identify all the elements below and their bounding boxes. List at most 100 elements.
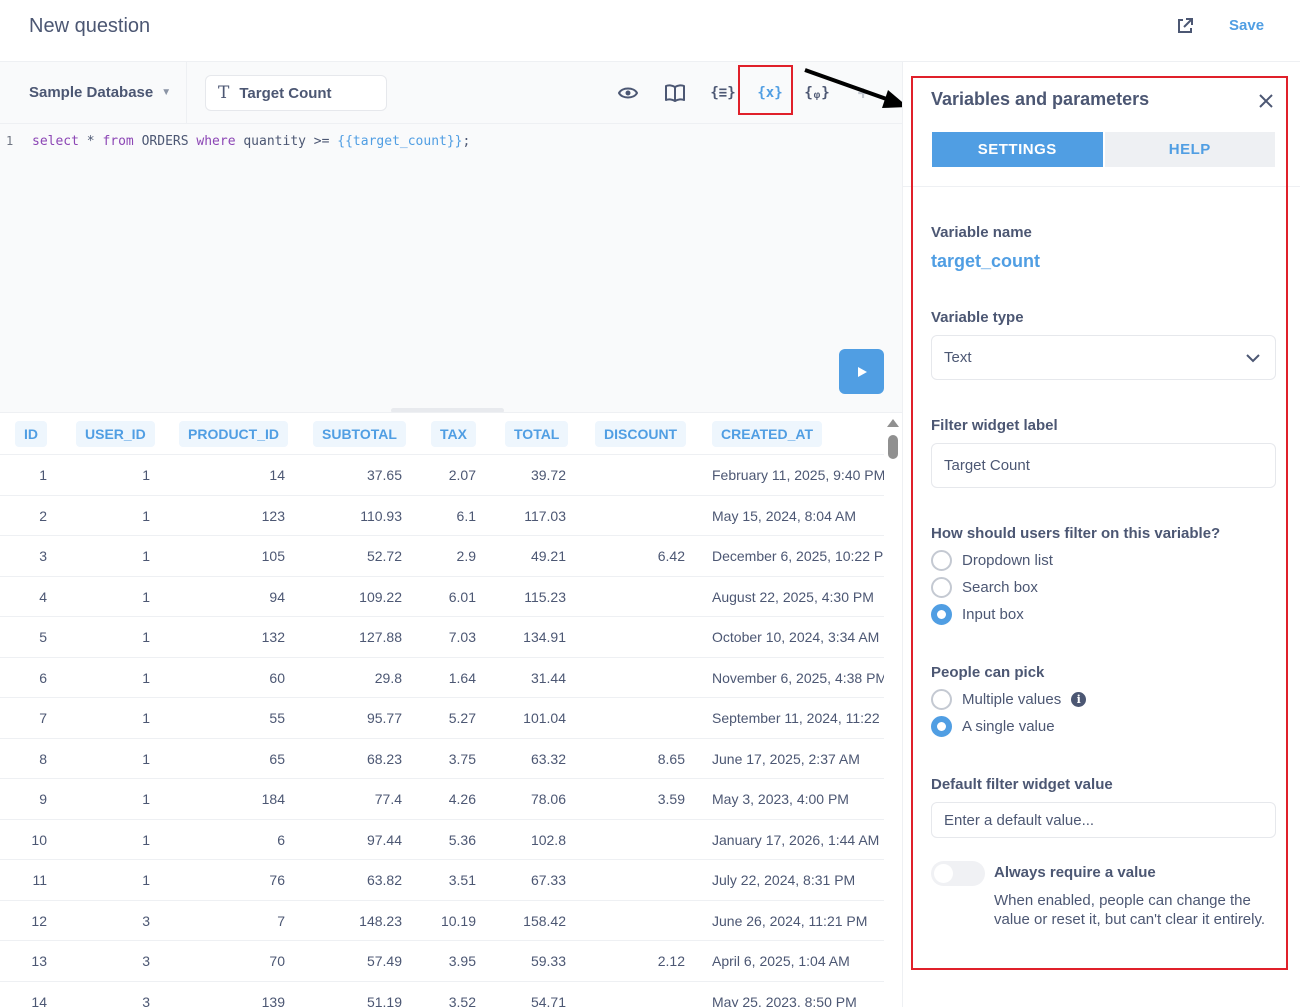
table-cell[interactable]: 3 [39,548,47,564]
table-cell[interactable]: 1 [142,791,150,807]
table-cell[interactable]: February 11, 2025, 9:40 PM [712,467,884,483]
table-cell[interactable]: 1 [39,467,47,483]
table-cell[interactable]: 117.03 [524,508,566,524]
table-cell[interactable]: January 17, 2026, 1:44 AM [712,832,884,848]
table-cell[interactable]: 148.23 [359,913,402,929]
table-cell[interactable]: November 6, 2025, 4:38 PM [712,670,884,686]
table-cell[interactable]: 65 [269,751,285,767]
table-cell[interactable]: 3.75 [449,751,476,767]
book-icon[interactable] [662,80,688,106]
table-cell[interactable]: 94 [269,589,285,605]
table-cell[interactable]: 95.77 [367,710,402,726]
table-cell[interactable]: April 6, 2025, 1:04 AM [712,953,884,969]
table-cell[interactable]: 77.4 [375,791,402,807]
table-cell[interactable]: 5.36 [449,832,476,848]
save-button[interactable]: Save [1229,17,1264,34]
table-cell[interactable]: 5.27 [449,710,476,726]
table-cell[interactable]: 6 [39,670,47,686]
column-header[interactable]: PRODUCT_ID [179,421,289,447]
table-cell[interactable]: 67.33 [531,872,566,888]
tab-settings[interactable]: SETTINGS [932,132,1103,167]
filter-widget-label-input[interactable]: Target Count [931,443,1276,488]
table-cell[interactable]: 6.42 [658,548,685,564]
table-cell[interactable]: 55 [269,710,285,726]
table-cell[interactable]: 60 [269,670,285,686]
default-value-input[interactable]: Enter a default value... [931,802,1276,838]
table-cell[interactable]: 1 [142,872,150,888]
radio-search-box[interactable]: Search box [931,577,1038,598]
table-cell[interactable]: 6.01 [449,589,476,605]
table-cell[interactable]: 3.95 [449,953,476,969]
table-cell[interactable]: December 6, 2025, 10:22 PM [712,548,884,564]
table-cell[interactable]: 1 [142,832,150,848]
close-icon[interactable] [1257,92,1275,110]
snippets-icon[interactable]: {≡} [710,80,736,106]
column-header[interactable]: DISCOUNT [595,421,687,447]
table-cell[interactable]: 13 [31,953,47,969]
parameter-widget[interactable]: T Target Count [205,75,387,111]
table-cell[interactable]: 9 [39,791,47,807]
radio-multiple-values[interactable]: Multiple values i [931,689,1087,710]
table-cell[interactable]: 97.44 [367,832,402,848]
sql-editor[interactable]: 1 select * from ORDERS where quantity >=… [0,124,902,412]
table-cell[interactable]: 5 [39,629,47,645]
table-cell[interactable]: 184 [262,791,285,807]
table-cell[interactable]: 76 [269,872,285,888]
table-cell[interactable]: 101.04 [523,710,566,726]
table-cell[interactable]: 54.71 [531,994,566,1007]
table-cell[interactable]: 14 [269,467,285,483]
table-cell[interactable]: 105 [262,548,285,564]
table-cell[interactable]: 102.8 [531,832,566,848]
table-cell[interactable]: 6 [277,832,285,848]
table-cell[interactable]: 3 [142,994,150,1007]
column-header[interactable]: CREATED_AT [712,421,823,447]
table-cell[interactable]: 1 [142,508,150,524]
table-cell[interactable]: 31.44 [531,670,566,686]
column-header[interactable]: TOTAL [505,421,569,447]
table-cell[interactable]: 158.42 [523,913,566,929]
scroll-up-arrow[interactable] [887,419,899,427]
table-cell[interactable]: 14 [31,994,47,1007]
table-cell[interactable]: 134.91 [523,629,566,645]
table-cell[interactable]: 63.82 [367,872,402,888]
table-cell[interactable]: 3 [142,953,150,969]
radio-button-checked[interactable] [931,604,952,625]
table-cell[interactable]: 70 [269,953,285,969]
table-cell[interactable]: 29.8 [375,670,402,686]
table-cell[interactable]: July 22, 2024, 8:31 PM [712,872,884,888]
scroll-thumb[interactable] [888,435,898,459]
radio-button[interactable] [931,689,952,710]
table-cell[interactable]: May 3, 2023, 4:00 PM [712,791,884,807]
table-cell[interactable]: 139 [262,994,285,1007]
table-cell[interactable]: May 25, 2023, 8:50 PM [712,994,884,1007]
column-header[interactable]: ID [15,421,47,447]
table-cell[interactable]: 57.49 [367,953,402,969]
table-cell[interactable]: 4 [39,589,47,605]
table-cell[interactable]: 7 [277,913,285,929]
table-cell[interactable]: June 26, 2024, 11:21 PM [712,913,884,929]
table-cell[interactable]: 2.12 [658,953,685,969]
table-cell[interactable]: August 22, 2025, 4:30 PM [712,589,884,605]
database-selector[interactable]: Sample Database ▼ [29,84,171,101]
table-cell[interactable]: 1.64 [449,670,476,686]
table-cell[interactable]: 1 [142,629,150,645]
table-cell[interactable]: 10 [31,832,47,848]
column-header[interactable]: USER_ID [76,421,155,447]
table-cell[interactable]: 127.88 [359,629,402,645]
table-cell[interactable]: May 15, 2024, 8:04 AM [712,508,884,524]
table-cell[interactable]: 10.19 [441,913,476,929]
table-cell[interactable]: 115.23 [524,589,566,605]
column-header[interactable]: TAX [431,421,476,447]
table-cell[interactable]: 12 [31,913,47,929]
run-query-button[interactable] [839,349,884,394]
table-cell[interactable]: 3.52 [449,994,476,1007]
sql-code[interactable]: select * from ORDERS where quantity >= {… [32,134,470,149]
table-cell[interactable]: 4.26 [449,791,476,807]
table-cell[interactable]: 2 [39,508,47,524]
table-cell[interactable]: 1 [142,548,150,564]
table-cell[interactable]: October 10, 2024, 3:34 AM [712,629,884,645]
table-cell[interactable]: 1 [142,589,150,605]
radio-input-box[interactable]: Input box [931,604,1024,625]
table-cell[interactable]: 2.9 [457,548,476,564]
table-cell[interactable]: 11 [32,872,47,888]
